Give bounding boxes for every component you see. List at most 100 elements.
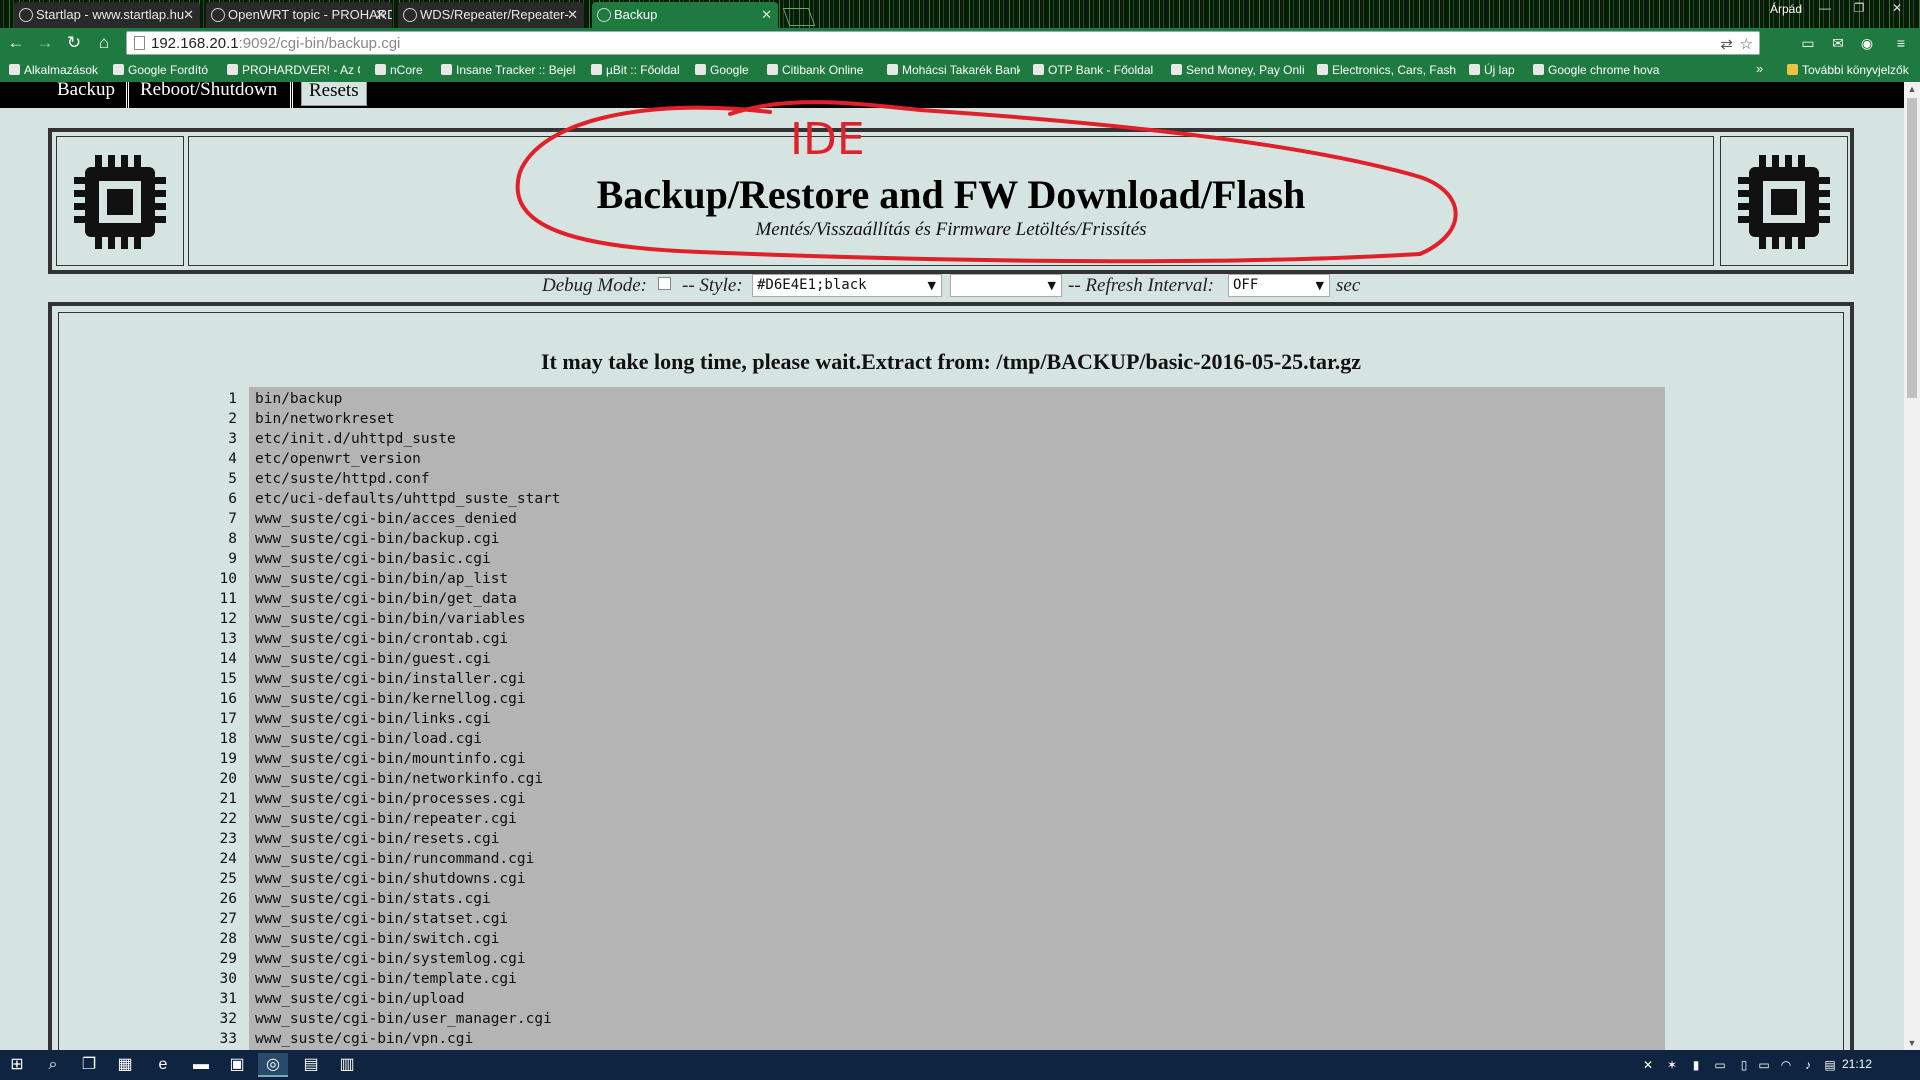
- tray-app-icon[interactable]: ✶: [1664, 1056, 1680, 1074]
- listing-line: 5 etc/suste/httpd.conf: [209, 469, 1665, 489]
- listing-line: 18 www_suste/cgi-bin/load.cgi: [209, 729, 1665, 749]
- file-path: www_suste/cgi-bin/links.cgi: [255, 711, 491, 727]
- line-number: 23: [219, 831, 237, 847]
- file-listing[interactable]: 1 bin/backup 2 bin/networkreset 3 etc/init.d/…: [209, 387, 1665, 1050]
- file-path: www_suste/cgi-bin/bin/get_data: [255, 591, 517, 607]
- bookmark-mohacsi-takarek[interactable]: Mohácsi Takarék Bank: [886, 61, 1020, 79]
- close-tab-icon[interactable]: ✕: [761, 2, 772, 28]
- monitor-icon[interactable]: ▭: [1756, 1056, 1772, 1074]
- tray-app-icon[interactable]: ▮: [1688, 1056, 1704, 1074]
- nav-backup[interactable]: Backup: [50, 82, 122, 106]
- tray-app-icon[interactable]: ✕: [1640, 1056, 1656, 1074]
- line-number: 32: [219, 1011, 237, 1027]
- header-logo-left: [56, 136, 184, 266]
- taskbar-clock[interactable]: 21:12: [1842, 1057, 1872, 1071]
- scroll-down-arrow-icon[interactable]: ▼: [1904, 1036, 1920, 1050]
- bookmark-electronics[interactable]: Electronics, Cars, Fash: [1316, 61, 1456, 79]
- menu-icon[interactable]: ≡: [1892, 34, 1910, 52]
- listing-line: 1 bin/backup: [209, 389, 1665, 409]
- close-tab-icon[interactable]: ✕: [375, 2, 386, 28]
- bookmark-citibank[interactable]: Citibank Online: [766, 61, 872, 79]
- nav-reboot-shutdown[interactable]: Reboot/Shutdown: [133, 82, 284, 106]
- chrome-taskbar-icon[interactable]: ◎: [258, 1053, 288, 1077]
- store-icon[interactable]: ▣: [222, 1053, 252, 1077]
- file-path: www_suste/cgi-bin/switch.cgi: [255, 931, 500, 947]
- battery-icon[interactable]: ▯: [1736, 1056, 1752, 1074]
- eye-extension-icon[interactable]: ◉: [1858, 34, 1876, 52]
- app-taskbar-icon[interactable]: ▥: [332, 1053, 362, 1077]
- page-scrollbar[interactable]: ▲ ▼: [1904, 82, 1920, 1050]
- bookmark-send-money[interactable]: Send Money, Pay Onli: [1170, 61, 1304, 79]
- listing-line: 27 www_suste/cgi-bin/statset.cgi: [209, 909, 1665, 929]
- home-icon[interactable]: ⌂: [93, 32, 115, 54]
- bookmark-prohardver[interactable]: PROHARDVER! - Az O: [226, 61, 360, 79]
- close-window-icon[interactable]: ✕: [1882, 0, 1912, 18]
- file-path: www_suste/cgi-bin/kernellog.cgi: [255, 691, 526, 707]
- line-number: 16: [219, 691, 237, 707]
- nav-resets[interactable]: Resets: [301, 82, 367, 106]
- mail-icon[interactable]: ✉: [1829, 34, 1847, 52]
- listing-line: 19 www_suste/cgi-bin/mountinfo.cgi: [209, 749, 1665, 769]
- bookmark-insane-tracker[interactable]: Insane Tracker :: Bejele: [440, 61, 576, 79]
- file-path: www_suste/cgi-bin/statset.cgi: [255, 911, 509, 927]
- bookmark-ncore[interactable]: nCore: [374, 61, 436, 79]
- restore-icon[interactable]: ❐: [1844, 0, 1874, 18]
- wifi-icon[interactable]: ◠: [1778, 1056, 1794, 1074]
- debug-mode-label: Debug Mode:: [542, 275, 647, 296]
- minimize-icon[interactable]: —: [1810, 0, 1840, 18]
- file-explorer-icon[interactable]: ▬: [186, 1053, 216, 1077]
- line-number: 25: [219, 871, 237, 887]
- new-tab-button[interactable]: [782, 8, 816, 26]
- bookmark-apps[interactable]: Alkalmazások: [8, 61, 104, 79]
- close-tab-icon[interactable]: ✕: [183, 2, 194, 28]
- back-arrow-icon[interactable]: ←: [5, 32, 27, 54]
- scroll-up-arrow-icon[interactable]: ▲: [1904, 82, 1920, 96]
- task-view-icon[interactable]: ❐: [74, 1053, 104, 1077]
- windows-start-icon[interactable]: ⊞: [2, 1053, 32, 1077]
- line-number: 2: [228, 411, 237, 427]
- tray-app-icon[interactable]: ▭: [1712, 1056, 1728, 1074]
- url-field[interactable]: 192.168.20.1:9092/cgi-bin/backup.cgi ⇄ ☆: [126, 31, 1760, 55]
- extension-icon[interactable]: ▭: [1799, 34, 1817, 52]
- other-bookmarks-folder[interactable]: További könyvjelzők: [1786, 61, 1918, 79]
- app-taskbar-icon[interactable]: ▤: [296, 1053, 326, 1077]
- close-tab-icon[interactable]: ✕: [567, 2, 578, 28]
- tab-wds-repeater[interactable]: WDS/Repeater/Repeater- ✕: [398, 2, 584, 28]
- bookmark-google-chrome-hova[interactable]: Google chrome hova: [1532, 61, 1672, 79]
- file-path: etc/openwrt_version: [255, 451, 421, 467]
- bookmark-google-translate[interactable]: Google Fordító: [112, 61, 218, 79]
- page-info-icon[interactable]: [134, 36, 145, 50]
- secondary-select[interactable]: ▼: [950, 274, 1062, 297]
- header-title-box: Backup/Restore and FW Download/Flash Men…: [188, 136, 1714, 266]
- forward-arrow-icon[interactable]: →: [34, 32, 56, 54]
- page-favicon-icon: [597, 8, 611, 22]
- file-path: www_suste/cgi-bin/crontab.cgi: [255, 631, 509, 647]
- listing-line: 13 www_suste/cgi-bin/crontab.cgi: [209, 629, 1665, 649]
- translate-icon[interactable]: ⇄: [1720, 35, 1733, 53]
- refresh-interval-select[interactable]: OFF ▼: [1228, 274, 1330, 297]
- bookmark-star-icon[interactable]: ☆: [1740, 35, 1753, 53]
- calculator-icon[interactable]: ▦: [110, 1053, 140, 1077]
- bookmark-otp-bank[interactable]: OTP Bank - Főoldal: [1032, 61, 1156, 79]
- profile-name[interactable]: Árpád: [1770, 0, 1802, 18]
- style-label: -- Style:: [682, 275, 743, 296]
- reload-icon[interactable]: ↻: [63, 32, 85, 54]
- tab-openwrt[interactable]: OpenWRT topic - PROHARDVER! ✕: [206, 2, 392, 28]
- tab-title: Backup: [614, 7, 658, 22]
- scrollbar-thumb[interactable]: [1907, 98, 1917, 398]
- browser-tab-strip: Startlap - www.startlap.hu ✕ OpenWRT top…: [0, 0, 1920, 28]
- tab-startlap[interactable]: Startlap - www.startlap.hu ✕: [14, 2, 200, 28]
- page-title: Backup/Restore and FW Download/Flash: [596, 172, 1306, 217]
- tab-backup[interactable]: Backup ✕: [592, 2, 778, 28]
- more-bookmarks-chevron-icon[interactable]: »: [1756, 61, 1763, 76]
- listing-line: 16 www_suste/cgi-bin/kernellog.cgi: [209, 689, 1665, 709]
- edge-browser-icon[interactable]: e: [148, 1053, 178, 1077]
- bookmark-new-tab[interactable]: Új lap: [1468, 61, 1524, 79]
- debug-mode-checkbox[interactable]: [658, 277, 671, 290]
- notifications-icon[interactable]: ▤: [1822, 1056, 1838, 1074]
- bookmark-google[interactable]: Google: [694, 61, 758, 79]
- style-select[interactable]: #D6E4E1;black ▼: [752, 274, 942, 297]
- volume-icon[interactable]: ♪: [1800, 1056, 1816, 1074]
- search-icon[interactable]: ⌕: [38, 1053, 68, 1077]
- bookmark-ubit[interactable]: µBit :: Főoldal: [590, 61, 686, 79]
